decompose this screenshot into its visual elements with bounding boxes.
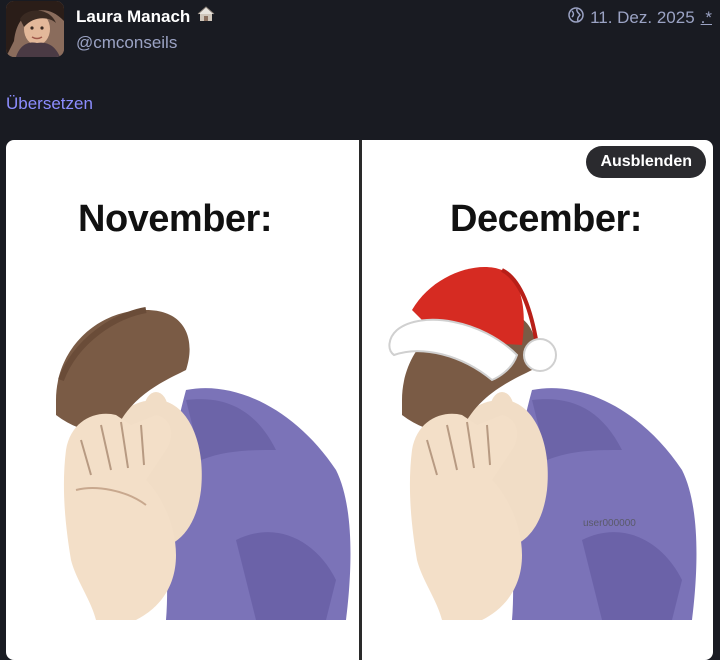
watermark-text: user000000 [583,518,636,529]
media-attachment[interactable]: November: December: Ausblenden user00000… [6,140,713,660]
post-meta: 11. Dez. 2025 .* [568,7,712,28]
facepalm-illustration-right [388,266,697,620]
left-panel-title: November: [78,198,273,240]
translate-button[interactable]: Übersetzen [6,94,93,114]
globe-icon [568,7,584,28]
post-date[interactable]: 11. Dez. 2025 [590,8,695,28]
panel-divider [359,140,362,660]
right-panel-title: December: [450,198,642,240]
post-header: Laura Manach @cmconseils 11. Dez. 2025 .… [0,0,720,60]
account-handle[interactable]: @cmconseils [76,33,177,53]
display-name[interactable]: Laura Manach [76,5,216,28]
avatar[interactable] [6,1,64,57]
house-emoji-icon [196,5,216,28]
display-name-text[interactable]: Laura Manach [76,7,190,27]
facepalm-illustration-left [56,307,351,620]
edited-indicator[interactable]: .* [701,8,712,28]
hide-media-button[interactable]: Ausblenden [586,146,706,178]
